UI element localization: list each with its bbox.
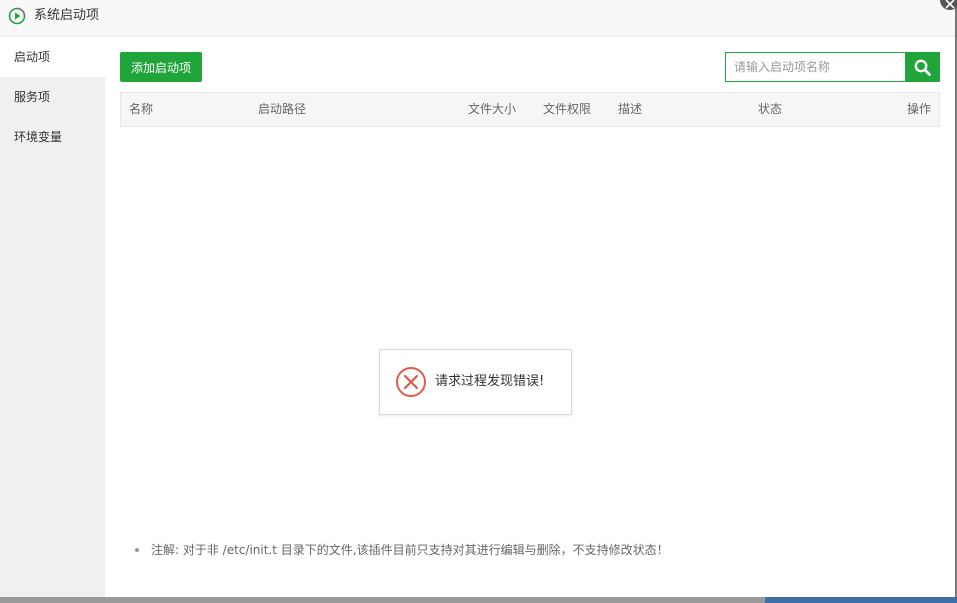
dialog-window: 系统启动项 启动项 服务项 环境变量 添加启动项 名称 启动路径 文件大小 文件… — [0, 0, 955, 597]
column-header-name: 名称 — [129, 102, 154, 116]
column-header-permission: 文件权限 — [543, 102, 592, 116]
note-text: 注解: 对于非 /etc/init.t 目录下的文件,该插件目前只支持对其进行编… — [135, 542, 669, 558]
note-content: 注解: 对于非 /etc/init.t 目录下的文件,该插件目前只支持对其进行编… — [151, 543, 669, 557]
sidebar-item-startup[interactable]: 启动项 — [0, 37, 105, 77]
sidebar-item-label: 服务项 — [14, 90, 51, 104]
column-header-size: 文件大小 — [468, 102, 517, 116]
sidebar-item-label: 启动项 — [14, 50, 51, 64]
error-message: 请求过程发现错误! — [435, 374, 545, 389]
error-x-icon — [396, 367, 426, 397]
table-header: 名称 启动路径 文件大小 文件权限 描述 状态 操作 — [120, 92, 940, 127]
sidebar-item-env-vars[interactable]: 环境变量 — [0, 117, 105, 157]
taskbar-segment — [765, 597, 957, 603]
add-startup-button[interactable]: 添加启动项 — [120, 52, 202, 82]
bullet-icon — [135, 547, 139, 552]
error-toast: 请求过程发现错误! — [379, 349, 572, 415]
bottom-strip — [0, 597, 957, 603]
play-circle-icon — [8, 7, 26, 25]
main-content: 添加启动项 名称 启动路径 文件大小 文件权限 描述 状态 操作 请求过程发现错… — [105, 37, 955, 597]
column-header-status: 状态 — [758, 102, 783, 116]
close-icon — [945, 0, 955, 9]
title-bar: 系统启动项 — [0, 0, 955, 37]
sidebar-item-services[interactable]: 服务项 — [0, 77, 105, 117]
sidebar-item-label: 环境变量 — [14, 130, 63, 144]
sidebar: 启动项 服务项 环境变量 — [0, 37, 105, 597]
search-input[interactable] — [725, 52, 912, 82]
column-header-path: 启动路径 — [258, 102, 307, 116]
search-button[interactable] — [905, 52, 940, 82]
search-icon — [914, 59, 931, 76]
window-title: 系统启动项 — [34, 8, 100, 23]
column-header-actions: 操作 — [906, 102, 931, 116]
column-header-description: 描述 — [618, 102, 643, 116]
